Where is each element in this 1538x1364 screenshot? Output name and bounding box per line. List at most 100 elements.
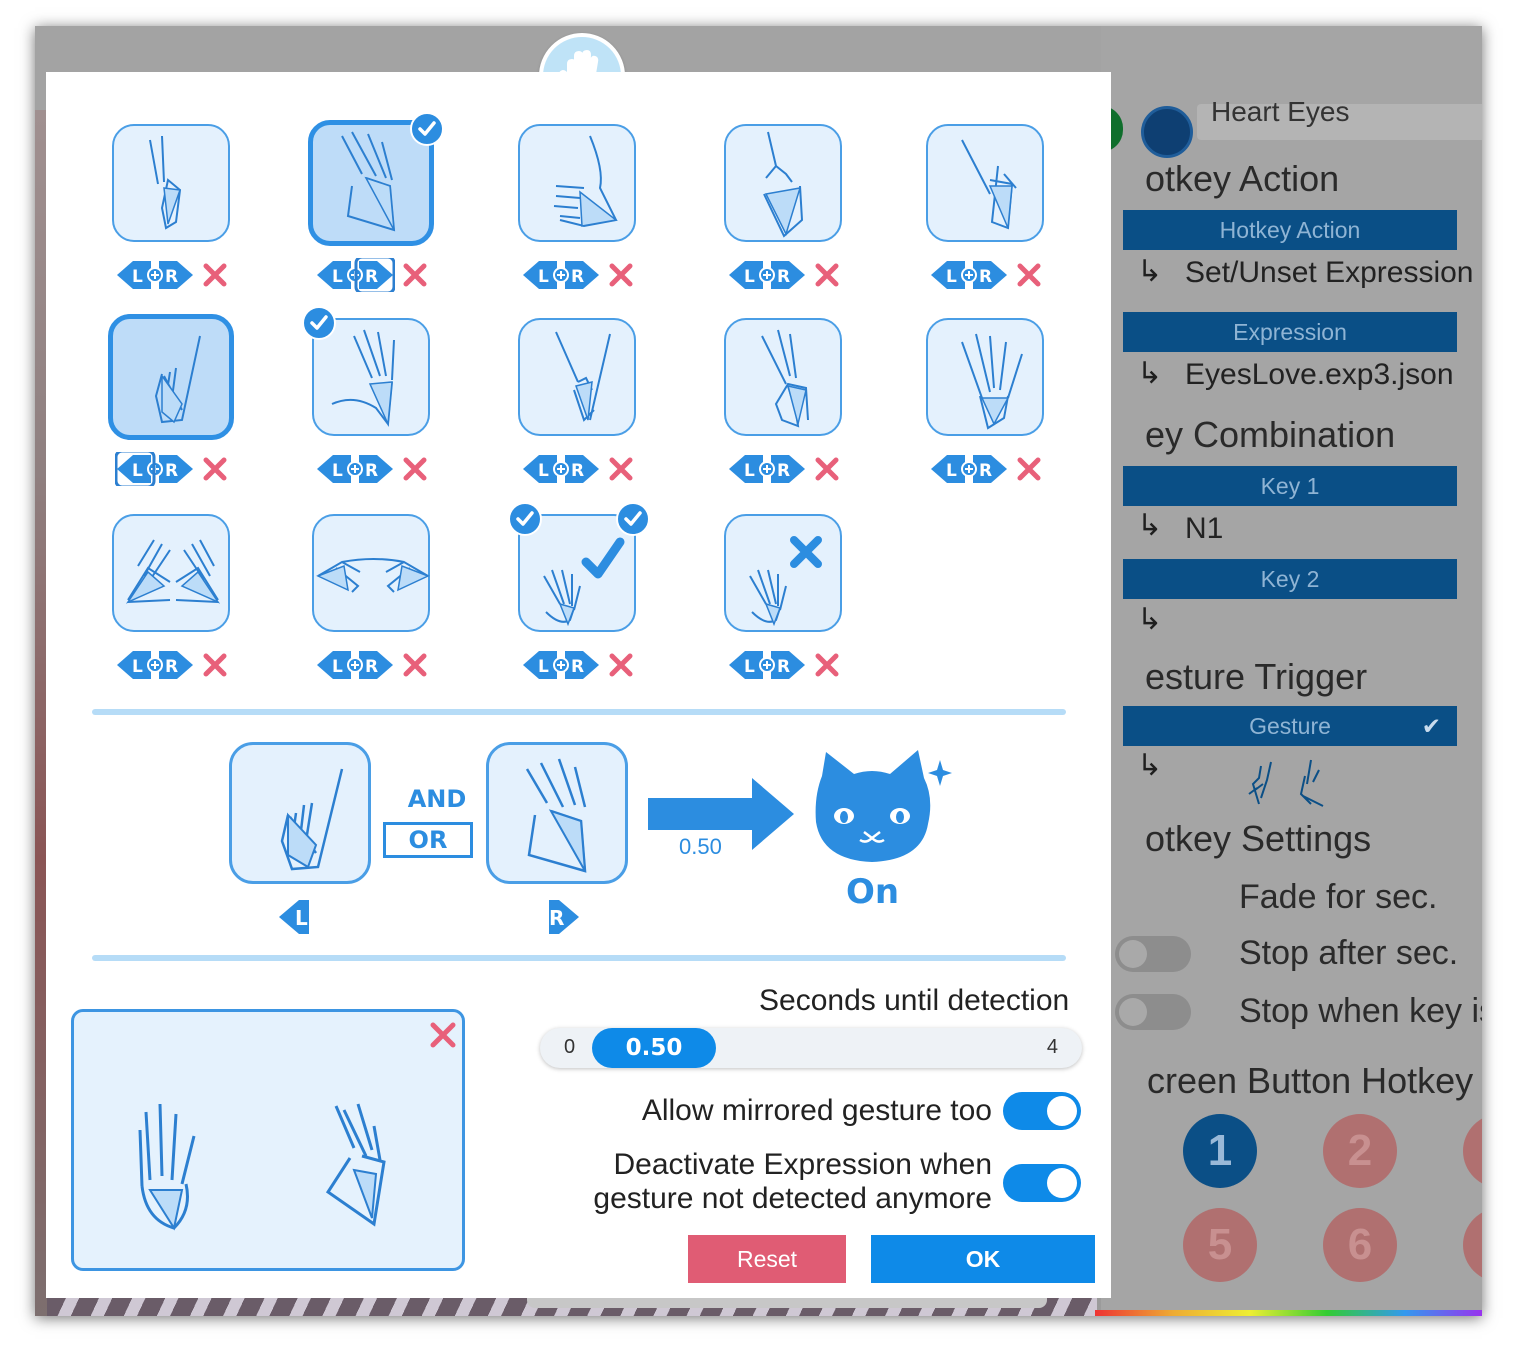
hotkey-name-field[interactable]: Heart Eyes — [1197, 96, 1482, 140]
gesture-card[interactable] — [108, 314, 234, 440]
close-x-icon[interactable] — [606, 454, 636, 484]
hand-side-selector[interactable]: LR — [315, 648, 395, 682]
svg-text:R: R — [549, 906, 564, 930]
sub-arrow-icon: ↳ — [1137, 508, 1163, 543]
sub-arrow-icon: ↳ — [1137, 356, 1163, 391]
svg-text:L: L — [332, 657, 343, 677]
close-x-icon[interactable] — [400, 650, 430, 680]
slider-handle[interactable]: 0.50 — [592, 1028, 716, 1068]
hand-side-selector[interactable]: LR — [929, 452, 1009, 486]
background-artwork-bottom — [47, 1296, 1097, 1316]
key2-band[interactable]: Key 2 — [1123, 559, 1457, 599]
gesture-card[interactable] — [926, 124, 1044, 242]
gesture-card[interactable] — [926, 318, 1044, 436]
svg-text:R: R — [571, 461, 584, 481]
close-x-icon[interactable] — [1014, 454, 1044, 484]
gesture-card[interactable] — [112, 514, 230, 632]
hand-side-selector[interactable]: LR — [727, 648, 807, 682]
hand-side-selector[interactable]: LR — [115, 258, 195, 292]
svg-text:R: R — [777, 461, 790, 481]
close-x-icon[interactable] — [1014, 260, 1044, 290]
right-hand-gesture-slot[interactable] — [486, 742, 628, 884]
right-hand-tag-icon: R — [549, 900, 579, 934]
stop-when-toggle[interactable] — [1115, 994, 1191, 1030]
hand-side-selector[interactable]: LR — [521, 258, 601, 292]
mirror-label: Allow mirrored gesture too — [641, 1094, 992, 1127]
close-x-icon[interactable] — [200, 650, 230, 680]
hand-gesture-icon — [763, 131, 804, 238]
svg-text:L: L — [295, 906, 308, 930]
hand-side-selector[interactable]: LR — [521, 452, 601, 486]
close-x-icon[interactable] — [812, 650, 842, 680]
svg-text:L: L — [946, 267, 957, 287]
gesture-card[interactable] — [724, 124, 842, 242]
screen-button-6[interactable]: 6 — [1323, 1208, 1397, 1282]
gesture-trigger-heading: esture Trigger — [1145, 656, 1368, 697]
svg-text:L: L — [744, 267, 755, 287]
key1-band[interactable]: Key 1 — [1123, 466, 1457, 506]
screen-button-7[interactable]: 7 — [1463, 1208, 1482, 1282]
hotkey-action-band[interactable]: Hotkey Action — [1123, 210, 1457, 250]
close-x-icon[interactable] — [606, 260, 636, 290]
gesture-card[interactable] — [112, 124, 230, 242]
hotkey-settings-heading: otkey Settings — [1145, 818, 1372, 859]
gesture-band[interactable]: Gesture ✔ — [1123, 706, 1457, 746]
close-x-icon[interactable] — [428, 1020, 458, 1050]
checkmark-badge-icon — [616, 502, 650, 536]
gesture-card[interactable] — [724, 318, 842, 436]
svg-text:L: L — [132, 267, 143, 287]
svg-text:R: R — [979, 267, 992, 287]
gesture-card[interactable] — [518, 318, 636, 436]
globe-icon — [1141, 106, 1193, 158]
close-x-icon[interactable] — [200, 454, 230, 484]
hand-side-selector[interactable]: LR — [115, 648, 195, 682]
stop-after-toggle[interactable] — [1115, 936, 1191, 972]
hand-side-selector[interactable]: LR — [727, 452, 807, 486]
hand-side-selector[interactable]: LR — [929, 258, 1009, 292]
hotkey-action-heading: otkey Action — [1145, 158, 1340, 199]
checkmark-badge-icon — [508, 502, 542, 536]
expression-band[interactable]: Expression — [1123, 312, 1457, 352]
left-hand-gesture-slot[interactable] — [229, 742, 371, 884]
svg-text:R: R — [571, 657, 584, 677]
key-combination-heading: ey Combination — [1145, 414, 1396, 455]
svg-text:L: L — [332, 267, 343, 287]
hand-side-selector[interactable]: LR — [521, 648, 601, 682]
mirror-toggle[interactable] — [1003, 1092, 1081, 1130]
cat-face-icon — [815, 750, 952, 862]
checkmark-icon: ✔ — [1421, 713, 1441, 739]
gesture-card[interactable] — [518, 124, 636, 242]
hand-gesture-icon — [149, 135, 182, 230]
gesture-card[interactable] — [724, 514, 842, 632]
close-x-icon[interactable] — [200, 260, 230, 290]
svg-text:L: L — [946, 461, 957, 481]
hand-side-selector[interactable]: LR — [315, 452, 395, 486]
or-toggle[interactable]: OR — [383, 822, 473, 858]
sub-arrow-icon: ↳ — [1137, 748, 1163, 783]
ok-button[interactable]: OK — [871, 1235, 1095, 1283]
screen-button-2[interactable]: 2 — [1323, 1114, 1397, 1188]
detection-slider[interactable]: 0 4 0.50 — [540, 1028, 1082, 1068]
left-hand-tag-icon: L — [279, 900, 309, 934]
delay-value: 0.50 — [679, 834, 722, 859]
hand-side-selector[interactable]: LR — [114, 449, 195, 489]
close-x-icon[interactable] — [606, 650, 636, 680]
close-x-icon[interactable] — [400, 260, 430, 290]
close-x-icon[interactable] — [812, 260, 842, 290]
svg-text:L: L — [538, 461, 549, 481]
hand-side-selector[interactable]: LR — [315, 255, 396, 295]
gesture-card[interactable] — [312, 514, 430, 632]
deactivate-label-line1: Deactivate Expression when — [613, 1148, 992, 1181]
hand-side-selector[interactable]: LR — [727, 258, 807, 292]
close-x-icon[interactable] — [400, 454, 430, 484]
key1-value: N1 — [1185, 512, 1224, 545]
hotkey-name-value: Heart Eyes — [1211, 96, 1350, 127]
svg-text:R: R — [165, 657, 178, 677]
deactivate-toggle[interactable] — [1003, 1164, 1081, 1202]
reset-button[interactable]: Reset — [688, 1235, 846, 1283]
screen-button-3[interactable]: 3 — [1463, 1114, 1482, 1188]
screen-button-5[interactable]: 5 — [1183, 1208, 1257, 1282]
close-x-icon[interactable] — [812, 454, 842, 484]
hotkey-action-value: Set/Unset Expression ( — [1185, 256, 1482, 289]
screen-button-1[interactable]: 1 — [1183, 1114, 1257, 1188]
